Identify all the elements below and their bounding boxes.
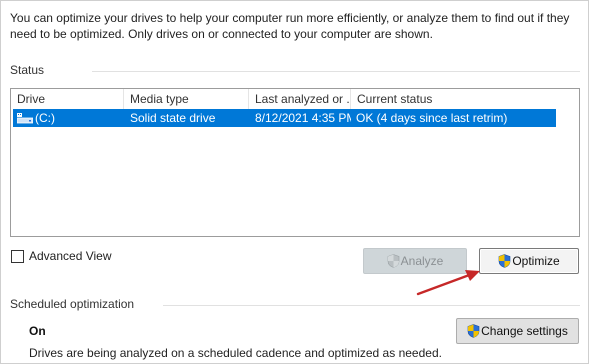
advanced-view-checkbox[interactable] — [11, 250, 24, 263]
schedule-state-label: On — [29, 324, 46, 338]
column-header-drive[interactable]: Drive — [11, 89, 124, 109]
scheduled-section-label: Scheduled optimization — [10, 297, 135, 311]
cell-drive: (C:) — [35, 111, 55, 125]
list-header: Drive Media type Last analyzed or ... Cu… — [11, 89, 579, 109]
cell-media-type: Solid state drive — [130, 111, 216, 125]
status-divider — [92, 71, 580, 72]
optimize-button-label: Optimize — [512, 254, 560, 268]
column-header-media-type[interactable]: Media type — [124, 89, 249, 109]
intro-text: You can optimize your drives to help you… — [10, 11, 570, 41]
cell-current-status: OK (4 days since last retrim) — [356, 111, 508, 125]
table-row-drive-c[interactable]: (C:) Solid state drive 8/12/2021 4:35 PM… — [13, 109, 556, 127]
scheduled-divider — [163, 305, 580, 306]
uac-shield-icon — [499, 254, 511, 268]
schedule-description: Drives are being analyzed on a scheduled… — [29, 346, 442, 360]
status-section-label: Status — [10, 63, 45, 77]
advanced-view-label[interactable]: Advanced View — [29, 249, 112, 263]
change-settings-button-label: Change settings — [481, 324, 568, 338]
uac-shield-icon — [387, 254, 399, 268]
uac-shield-icon — [467, 324, 480, 338]
annotation-arrow-icon — [416, 270, 480, 296]
cell-last-analyzed: 8/12/2021 4:35 PM — [255, 111, 351, 125]
column-header-last-analyzed[interactable]: Last analyzed or ... — [249, 89, 351, 109]
drive-icon — [17, 113, 33, 124]
optimize-button[interactable]: Optimize — [479, 248, 579, 274]
drives-list[interactable]: Drive Media type Last analyzed or ... Cu… — [10, 88, 580, 237]
column-header-current-status[interactable]: Current status — [351, 89, 557, 109]
change-settings-button[interactable]: Change settings — [456, 318, 579, 344]
